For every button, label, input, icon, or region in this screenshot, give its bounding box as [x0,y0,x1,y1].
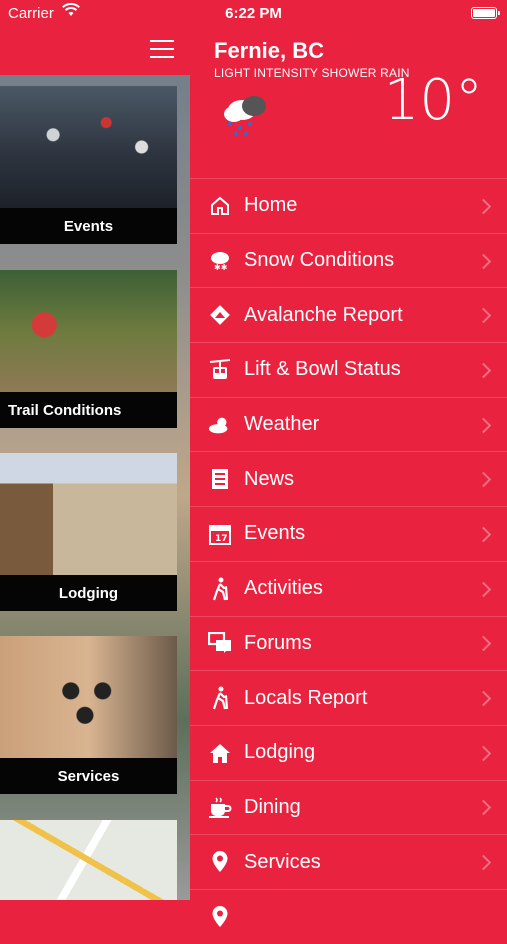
chevron-right-icon [475,745,492,761]
tile-lodging[interactable]: Lodging [0,453,177,611]
chevron-right-icon [475,526,492,543]
menu-item-label: Lodging [244,741,316,764]
chevron-right-icon [475,636,492,652]
events-photo [0,86,177,208]
weather-condition: LIGHT INTENSITY SHOWER RAIN [214,66,410,80]
news-icon [208,467,232,491]
battery-icon [471,7,500,19]
tile-label: Events [0,208,177,244]
menu-item-label: Dining [244,795,301,818]
weather-header: Fernie, BC LIGHT INTENSITY SHOWER RAIN 1… [190,28,507,178]
menu-item-lift-bowl-status[interactable]: Lift & Bowl Status [190,342,507,397]
menu-item-label: Services [244,850,321,873]
menu-item-dining[interactable]: Dining [190,779,507,835]
svg-text:✱✱: ✱✱ [214,263,228,272]
chevron-right-icon [475,417,492,433]
menu-item-label: Avalanche Report [244,303,403,326]
menu-item-label: Forums [244,631,312,654]
home-icon [208,194,232,218]
tile-label: Services [0,758,177,794]
snow-cloud-icon: ✱✱ [208,249,232,273]
chevron-right-icon [475,472,492,488]
menu-item-locals-report[interactable]: Locals Report [190,670,507,725]
services-photo [0,636,177,758]
menu-item-forums[interactable]: Forums [190,615,507,671]
coffee-icon [208,795,232,819]
chat-icon [208,631,232,655]
menu-item-home[interactable]: Home [190,178,507,233]
menu-item-lodging[interactable]: Lodging [190,724,507,780]
chevron-right-icon [475,362,492,379]
tile-map[interactable] [0,820,177,900]
menu-item-label: Snow Conditions [244,249,395,272]
status-bar: Carrier 6:22 PM [0,0,507,28]
menu-item-label: Weather [244,413,320,436]
menu-list: Home ✱✱ Snow Conditions Avalanche Report… [190,178,507,944]
menu-item-news[interactable]: News [190,451,507,506]
chevron-right-icon [475,800,492,816]
menu-item-label: Events [244,522,306,545]
house-icon [208,741,232,765]
clock: 6:22 PM [225,5,282,22]
menu-item-events[interactable]: 17 Events [190,506,507,561]
svg-text:17: 17 [215,534,228,544]
chevron-right-icon [475,253,492,269]
lodging-photo [0,453,177,575]
menu-item-label: Locals Report [244,686,368,709]
menu-item-label: Lift & Bowl Status [244,358,401,381]
hiker-icon [208,577,232,601]
location-pin-icon [208,850,232,874]
chevron-right-icon [475,198,492,215]
sun-cloud-icon [208,413,232,437]
menu-item-partial[interactable] [190,888,507,944]
tile-trail-conditions[interactable]: Trail Conditions [0,270,177,428]
menu-item-avalanche-report[interactable]: Avalanche Report [190,287,507,342]
rain-cloud-icon [224,96,266,136]
chevron-right-icon [475,307,492,324]
gondola-icon [208,358,232,382]
menu-item-services[interactable]: Services [190,834,507,889]
side-menu: Fernie, BC LIGHT INTENSITY SHOWER RAIN 1… [190,0,507,927]
chevron-right-icon [475,854,492,871]
hamburger-menu-icon[interactable] [150,40,174,58]
menu-item-label: Activities [244,577,323,600]
trail-photo [0,270,177,392]
content-panel: Events Trail Conditions Lodging Services [0,0,190,900]
tile-services[interactable]: Services [0,636,177,794]
menu-item-weather[interactable]: Weather [190,396,507,452]
location-pin-icon [208,905,232,929]
map-image [0,820,177,900]
city-name: Fernie, BC [214,38,325,63]
avalanche-icon [208,303,232,327]
menu-item-activities[interactable]: Activities [190,560,507,616]
chevron-right-icon [475,581,492,597]
tile-events[interactable]: Events [0,86,177,244]
chevron-right-icon [475,690,492,707]
calendar-icon: 17 [208,522,232,546]
hiker-icon [208,686,232,710]
tile-label: Lodging [0,575,177,611]
temperature: 10° [383,68,483,133]
menu-item-label: News [244,467,295,490]
menu-item-snow-conditions[interactable]: ✱✱ Snow Conditions [190,232,507,288]
tile-label: Trail Conditions [0,392,177,428]
menu-item-label: Home [244,194,298,217]
